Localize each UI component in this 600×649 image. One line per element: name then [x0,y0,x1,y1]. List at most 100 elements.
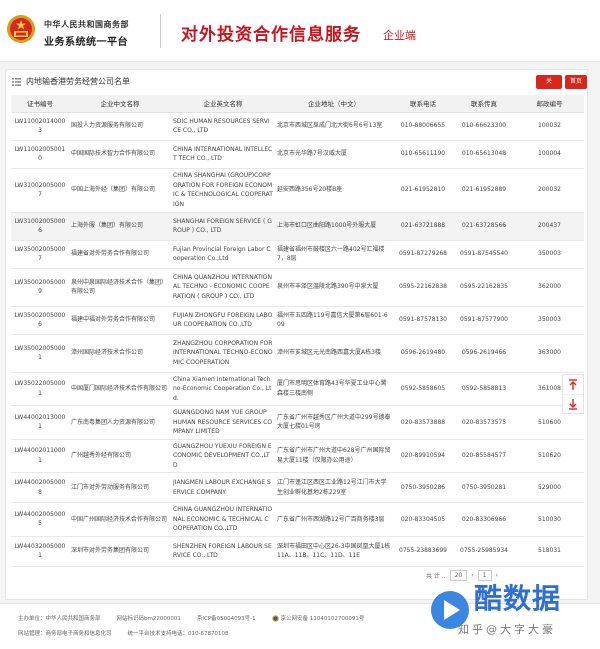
cell-fax: 0592-5858813 [453,372,515,406]
cell-cert-no: LW440020050008 [11,472,69,503]
cell-name-cn: 中国上海外经（集团）有限公司 [69,168,171,213]
cell-address: 广东省广州市广州大道中628号广州国际贸易大厦11楼（仅限办公用途） [275,439,393,473]
list-icon [12,77,21,86]
watermark-subtext: 知乎@大字大豪 [458,623,556,636]
home-button[interactable]: 首页 [565,75,587,89]
cell-name-en: CHINA GUANGZHOU INTERNATIONAL ECONOMIC &… [171,502,275,537]
site-header: 中华人民共和国商务部 业务系统统一平台 对外投资合作信息服务 企业端 [0,0,600,62]
cell-name-cn: 中国厦门国际经济技术合作有限公司 [69,372,171,406]
col-header-address: 企业地址（中文） [275,95,393,113]
cell-name-cn: 广州越秀外经有限公司 [69,439,171,473]
cell-postcode: 200437 [515,212,584,241]
cell-cert-no: LW350220050001 [11,372,69,406]
header-divider [160,14,161,48]
cell-phone: 010-65611190 [393,140,453,169]
cell-postcode: 350003 [515,306,584,335]
cell-cert-no: LW310020050007 [11,168,69,213]
cell-fax: 020-83306966 [453,502,515,537]
cell-name-cn: 国投人力资源服务有限公司 [69,112,171,141]
table-row: LW110020140003 国投人力资源服务有限公司 SDIC HUMAN RES… [11,112,584,141]
cell-postcode: 100032 [515,112,584,141]
cell-address: 泉州市丰泽区温陵北路390号中泉大厦 [275,268,393,307]
company-table: 证书编号 企业中文名称 企业英文名称 企业地址（中文） 联系电话 联系传真 邮政… [11,95,584,567]
col-header-name-cn: 企业中文名称 [69,95,171,113]
cell-fax: 0591-87545540 [453,240,515,269]
table-row: LW350020050006 福建中福对外劳务合作有限公司 FUJIAN ZHONG… [11,306,584,335]
cell-address: 北京市西城区阜成门北大街6号6号13室 [275,112,393,141]
cell-fax: 0595-22162835 [453,268,515,307]
cell-fax: 020-85584577 [453,439,515,473]
close-button[interactable]: 关闭 [536,75,562,99]
cell-cert-no: LW350020050009 [11,268,69,307]
cell-fax: 0755-25985934 [453,536,515,567]
cell-address: 福建省福州市鼓楼区六一路402号汇福楼7，8层 [275,240,393,269]
panel-title-text: 内地输香港劳务经营公司名单 [26,77,130,86]
footer-police: 京公网安备 11040102700091号 [280,616,365,622]
table-row: LW350020050007 福建省对外劳务合作有限公司 Fujian Provin… [11,240,584,269]
footer-site-id: 网站标识码bm22000001 [116,616,181,622]
footer-icp[interactable]: 京ICP备05004093号-1 [197,614,256,622]
scroll-bottom-button[interactable] [563,394,583,413]
org-name: 中华人民共和国商务部 [44,20,129,29]
cell-fax: 0750-3950281 [453,472,515,503]
cell-address: 延安西路356号20楼B座 [275,168,393,213]
table-row: LW350020050009 泉州中泉国际经济技术合作（集团）有限公司 CHINA … [11,268,584,307]
cell-phone: 0595-22162838 [393,268,453,307]
cell-address: 北京市光华路7号汉威大厦 [275,140,393,169]
table-row: LW350020050001 漳州国际经济技术合作公司 ZHANGZHOU CORP… [11,334,584,373]
cell-name-cn: 福建省对外劳务合作有限公司 [69,240,171,269]
cell-address: 福州市五四路119号嘉信大厦第6层601-609 [275,306,393,335]
cell-name-cn: 福建中福对外劳务合作有限公司 [69,306,171,335]
footer-support: 统一平台技术支持电话：010-67870108 [127,631,229,637]
cell-cert-no: LW110020140003 [11,112,69,141]
cell-phone: 021-61952810 [393,168,453,213]
scroll-tool [562,374,584,414]
cell-fax: 020-83573575 [453,405,515,440]
cell-name-en: FUJIAN ZHONGFU FOREIGN LABOUR COOPERATIO… [171,306,275,335]
col-header-fax: 联系传真 [453,95,515,113]
col-header-name-en: 企业英文名称 [171,95,275,113]
platform-name: 业务系统统一平台 [44,37,128,48]
footer-police-wrap[interactable]: 京公网安备 11040102700091号 [271,614,365,622]
scroll-top-button[interactable] [563,375,583,394]
cell-name-en: CHINA SHANGHAI (GROUP)CORPORATION FOR FO… [171,168,275,213]
cell-fax: 010-65613048 [453,140,515,169]
cell-name-en: SHANGHAI FOREIGN SERVICE ( GROUP ) CO., … [171,212,275,241]
cell-name-cn: 中国广州国际经济技术合作有限公司 [69,502,171,537]
table-row: LW110020050010 中国国际技术智力合作有限公司 CHINA INTERN… [11,140,584,169]
cell-name-en: Fujian Provincial Foreign Labor Cooperat… [171,240,275,269]
cell-name-en: SDIC HUMAN RESOURCES SERVICE CO., LTD [171,112,275,141]
cell-name-cn: 漳州国际经济技术合作公司 [69,334,171,373]
cell-address: 厦门市思明区体育路43号华夏工业中心鹭森楼三楼南侧 [275,372,393,406]
table-row: LW440020050005 中国广州国际经济技术合作有限公司 CHINA GUAN… [11,502,584,537]
cell-name-en: China Xiamen International Techno-Econom… [171,372,275,406]
cell-name-cn: 深圳市对外劳务集团有限公司 [69,536,171,567]
table-row: LW310020050007 中国上海外经（集团）有限公司 CHINA SHANGH… [11,168,584,213]
cell-fax: 010-66623300 [453,112,515,141]
table-row: LW440020130001 广东南粤集团人力资源有限公司 GUANGDONG NA… [11,405,584,440]
cell-name-cn: 泉州中泉国际经济技术合作（集团）有限公司 [69,268,171,307]
cell-cert-no: LW310020050006 [11,212,69,241]
cell-phone: 0592-5858605 [393,372,453,406]
company-list-panel: 内地输香港劳务经营公司名单 关闭 首页 证书编号 企业中文名称 企业英文名称 企… [5,69,588,600]
col-header-cert-no: 证书编号 [11,95,69,113]
cell-phone: 0755-23883699 [393,536,453,567]
cell-cert-no: LW350020050001 [11,334,69,373]
cell-address: 深圳市福田区中心区26-3中国凤凰大厦1栋11A、11B、11C、11D、11E [275,536,393,567]
cell-postcode: 529000 [515,472,584,503]
national-emblem-icon [7,15,35,43]
cell-address: 江门市蓬江区西区工业路12号江门市大学生创业孵化基地2栋229室 [275,472,393,503]
cell-postcode: 350003 [515,240,584,269]
cell-phone: 020-89910594 [393,439,453,473]
service-subtitle: 企业端 [383,29,416,42]
service-title: 对外投资合作信息服务 [181,25,361,45]
table-row: LW350220050001 中国厦门国际经济技术合作有限公司 China Xiam… [11,372,584,406]
cell-fax: 0591-87577900 [453,306,515,335]
cell-fax: 0596-2619466 [453,334,515,373]
cell-phone: 0591-87279268 [393,240,453,269]
table-row: LW440020050008 江门市对外劳动服务有限公司 JIANGMEN LABO… [11,472,584,503]
arrow-down-icon [569,399,577,410]
cell-name-cn: 中国国际技术智力合作有限公司 [69,140,171,169]
cell-address: 上海市虹口区曲阳路1000号外服大厦 [275,212,393,241]
cell-name-cn: 广东南粤集团人力资源有限公司 [69,405,171,440]
